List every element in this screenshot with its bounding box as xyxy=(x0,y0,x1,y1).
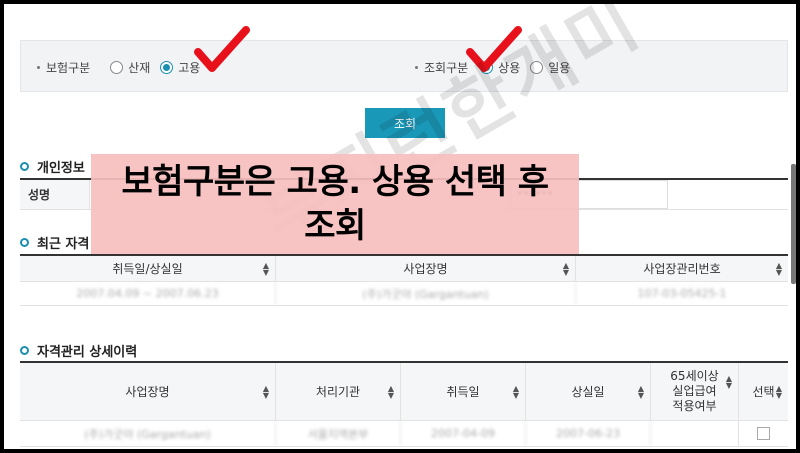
table-cell: 2007-04-09 xyxy=(401,421,526,446)
section-title-text: 최근 자격 xyxy=(37,237,90,252)
table-cell: 서울지역본부 xyxy=(276,421,401,446)
annotation-overlay: 보험구분은 고용. 상용 선택 후 조회 xyxy=(91,154,579,254)
screenshot-frame: 보험구분 산재 고용 조회구분 상용 일용 조회 개인정보 성명 ****** … xyxy=(4,4,796,449)
table-cell: 107-03-05425-1 xyxy=(637,287,727,300)
name-label: 성명 xyxy=(20,180,90,209)
column-header[interactable]: 선택 ▲ ▼ xyxy=(739,363,788,420)
column-header[interactable]: 취득일 ▲ ▼ xyxy=(401,363,526,420)
empty-cell xyxy=(668,180,788,209)
header-text: 적용여부 xyxy=(672,399,717,413)
header-text: 사업장명 xyxy=(403,262,448,276)
section-title-text: 개인정보 xyxy=(37,161,85,176)
header-text: 상실일 xyxy=(571,385,605,399)
sort-icon: ▲ ▼ xyxy=(562,260,569,277)
table-cell: 2007-06-23 xyxy=(526,421,651,446)
sort-icon: ▲ ▼ xyxy=(262,260,269,277)
section-title-text: 자격관리 상세이력 xyxy=(37,345,138,360)
table-row[interactable]: (주)가굿야 (Gargantuan) 서울지역본부 2007-04-09 20… xyxy=(20,421,788,447)
header-text: 사업장명 xyxy=(125,385,170,399)
column-header[interactable]: 취득일/상실일 ▲ ▼ xyxy=(20,256,276,281)
detail-table-header: 사업장명 ▲ ▼ 처리기관 ▲ ▼ 취득일 ▲ ▼ 상실일 ▲ ▼ 65세이상 실업급여 적용여… xyxy=(20,363,788,421)
recent-qualification-title: 최근 자격 xyxy=(20,233,89,252)
sort-icon: ▲ ▼ xyxy=(775,383,782,400)
sort-icon: ▲ ▼ xyxy=(637,383,644,400)
header-text: 선택 xyxy=(752,385,775,399)
annotation-line-1: 보험구분은 고용. 상용 선택 후 xyxy=(121,162,549,202)
header-text: 처리기관 xyxy=(315,385,361,399)
radio-unchecked-icon xyxy=(110,61,124,74)
table-cell: (주)가굿야 (Gargantuan) xyxy=(20,421,276,446)
scrollbar[interactable] xyxy=(791,164,796,284)
table-cell: (주)가굿야 (Gargantuan) xyxy=(276,282,576,305)
section-bullet-icon xyxy=(20,238,29,247)
header-text: 사업장관리번호 xyxy=(643,262,721,276)
sort-icon: ▲ ▼ xyxy=(387,383,394,400)
insurance-type-filter: 보험구분 산재 고용 xyxy=(37,59,210,76)
radio-label: 산재 xyxy=(128,61,151,75)
detail-history-title: 자격관리 상세이력 xyxy=(20,341,137,360)
table-row[interactable]: 2007.04.09 ~ 2007.06.23 (주)가굿야 (Gargantu… xyxy=(20,282,788,306)
sort-icon: ▲ ▼ xyxy=(775,260,782,277)
sort-icon: ▲ ▼ xyxy=(512,383,519,400)
row-select-checkbox[interactable] xyxy=(757,427,770,440)
column-header[interactable]: 사업장명 ▲ ▼ xyxy=(20,363,276,420)
select-cell xyxy=(739,421,788,446)
annotation-line-2: 조회 xyxy=(304,206,366,246)
personal-info-title: 개인정보 xyxy=(20,157,85,176)
column-header[interactable]: 상실일 ▲ ▼ xyxy=(526,363,651,420)
bullet-icon xyxy=(37,66,40,69)
header-text: 실업급여 xyxy=(672,384,717,398)
radio-sanjae[interactable]: 산재 xyxy=(110,59,150,76)
column-header[interactable]: 처리기관 ▲ ▼ xyxy=(276,363,401,420)
table-cell xyxy=(651,421,739,446)
sort-icon: ▲ ▼ xyxy=(725,374,732,390)
column-header-elderly-benefit[interactable]: 65세이상 실업급여 적용여부 ▲ ▼ xyxy=(651,363,739,420)
insurance-type-label: 보험구분 xyxy=(46,61,91,75)
radio-checked-icon xyxy=(160,61,174,74)
sort-icon: ▲ ▼ xyxy=(262,383,269,400)
table-cell: 2007.04.09 ~ 2007.06.23 xyxy=(20,282,276,305)
header-text: 취득일/상실일 xyxy=(112,262,183,276)
column-header[interactable]: 사업장명 ▲ ▼ xyxy=(276,256,576,281)
header-text: 65세이상 xyxy=(670,369,719,383)
header-text: 취득일 xyxy=(446,385,480,399)
recent-table-header: 취득일/상실일 ▲ ▼ 사업장명 ▲ ▼ 사업장관리번호 ▲ ▼ xyxy=(20,256,788,282)
section-bullet-icon xyxy=(20,162,29,171)
column-header[interactable]: 사업장관리번호 ▲ ▼ xyxy=(576,256,788,281)
red-checkmark-icon xyxy=(194,26,250,72)
section-bullet-icon xyxy=(20,346,29,355)
bullet-icon xyxy=(415,66,418,69)
